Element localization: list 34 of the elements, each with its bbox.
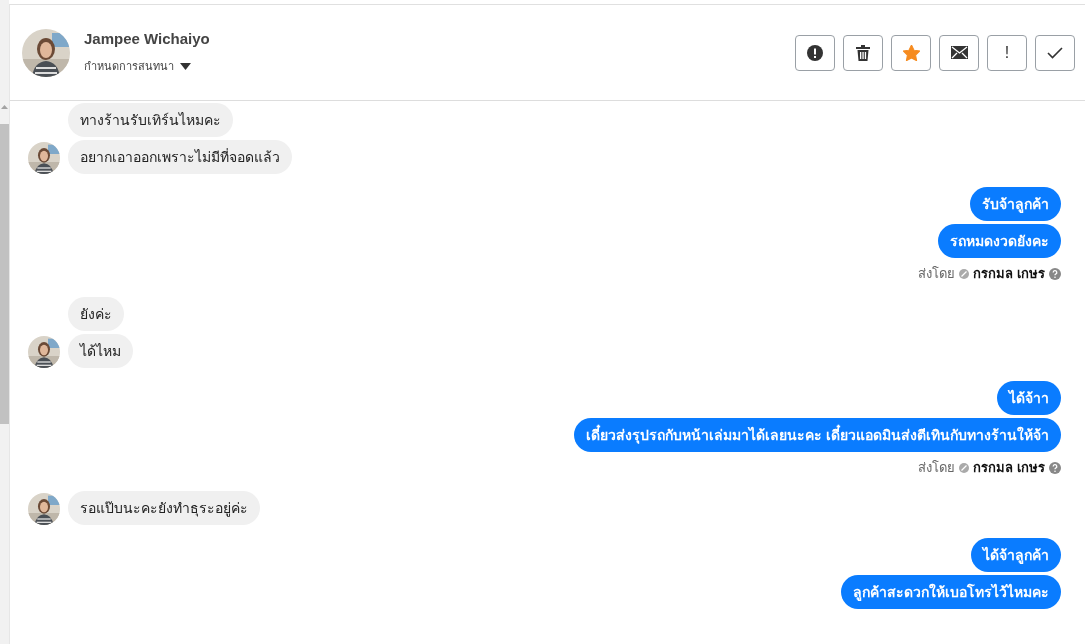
message-bubble: รับจ้าลูกค้า	[970, 187, 1061, 221]
blocked-icon	[959, 268, 970, 279]
sent-by-label: ส่งโดย	[918, 459, 956, 477]
alert-button[interactable]	[795, 34, 835, 71]
alert-icon	[807, 44, 823, 61]
check-button[interactable]	[1035, 34, 1075, 71]
message-bubble: ทางร้านรับเทิร์นไหมคะ	[68, 103, 233, 137]
flag-button[interactable]: !	[987, 34, 1027, 71]
help-icon[interactable]	[1049, 461, 1061, 474]
sender-name: กรกมล เกษร	[973, 459, 1045, 477]
trash-button[interactable]	[843, 34, 883, 71]
scroll-up-icon[interactable]	[0, 104, 9, 110]
trash-icon	[856, 44, 870, 61]
conversation-menu[interactable]: กำหนดการสนทนา	[84, 57, 210, 75]
message-bubble: ยังค่ะ	[68, 297, 124, 331]
blocked-icon	[959, 462, 970, 473]
message-bubble: รถหมดงวดยังคะ	[938, 224, 1061, 258]
check-icon	[1047, 46, 1063, 59]
message-bubble: ลูกค้าสะดวกให้เบอโทรไว้ไหมคะ	[841, 575, 1061, 609]
message-bubble: ได้จ้าา	[997, 381, 1061, 415]
message-bubble: เดี๋ยวส่งรุปรถกับหน้าเล่มมาได้เลยนะคะ เดี๋ยวแอดมินส่งตีเทินกับทางร้านให้จ้า	[574, 418, 1061, 452]
message-bubble: ได้จ้าลูกค้า	[971, 538, 1061, 572]
star-button[interactable]	[891, 34, 931, 71]
message-bubble: อยากเอาออกเพราะไม่มีที่จอดแล้ว	[68, 140, 292, 174]
mail-icon	[950, 46, 968, 59]
mail-button[interactable]	[939, 34, 979, 71]
sender-name: กรกมล เกษร	[973, 265, 1045, 283]
sent-by-label: ส่งโดย	[918, 265, 956, 283]
contact-name: Jampee Wichaiyo	[84, 30, 210, 47]
help-icon[interactable]	[1049, 267, 1061, 280]
scrollbar-thumb[interactable]	[0, 124, 9, 424]
message-bubble: ได้ไหม	[68, 334, 133, 368]
caret-icon	[180, 62, 191, 70]
message-bubble: รอแป๊บนะคะยังทำธุระอยู่ค่ะ	[68, 491, 260, 525]
